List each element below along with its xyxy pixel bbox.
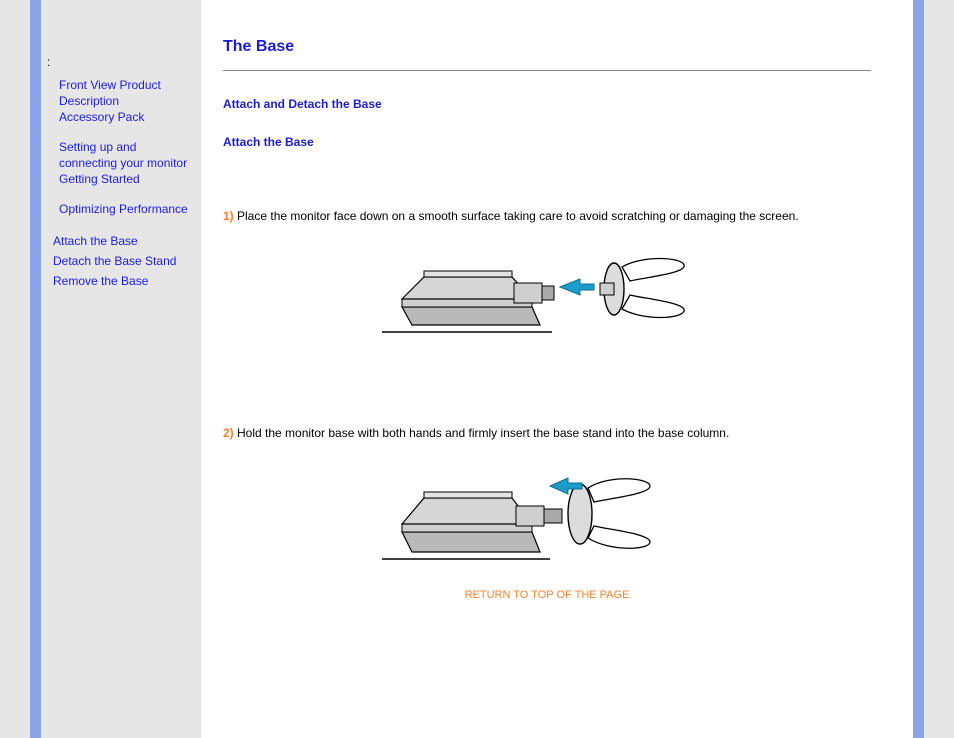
step-2: 2) Hold the monitor base with both hands…: [223, 426, 871, 440]
step-2-text: Hold the monitor base with both hands an…: [234, 426, 730, 440]
illustration-2: [223, 454, 871, 577]
sidebar-link-accessory-pack[interactable]: Accessory Pack: [59, 109, 193, 125]
sidebar-group-2: Setting up and connecting your monitor G…: [53, 139, 193, 187]
sidebar-link-remove-base[interactable]: Remove the Base: [53, 271, 193, 291]
page-title: The Base: [223, 38, 871, 56]
sidebar-group-1: Front View Product Description Accessory…: [53, 77, 193, 125]
step-2-number: 2): [223, 426, 234, 440]
right-margin: [924, 0, 954, 738]
monitor-base-insert-icon: [382, 454, 712, 574]
section-heading-attach: Attach the Base: [223, 135, 871, 149]
illustration-1: [223, 237, 871, 350]
sidebar-link-detach-base-stand[interactable]: Detach the Base Stand: [53, 251, 193, 271]
left-margin: [0, 0, 30, 738]
main-content: The Base Attach and Detach the Base Atta…: [201, 0, 913, 738]
step-1-text: Place the monitor face down on a smooth …: [234, 209, 799, 223]
monitor-base-detached-icon: [382, 237, 712, 347]
sidebar-link-getting-started[interactable]: Getting Started: [59, 171, 193, 187]
section-heading-attach-detach: Attach and Detach the Base: [223, 97, 871, 111]
step-1: 1) Place the monitor face down on a smoo…: [223, 209, 871, 223]
left-accent-stripe: [30, 0, 41, 738]
sidebar-group-3: Optimizing Performance: [53, 201, 193, 217]
page-frame: : Front View Product Description Accesso…: [0, 0, 954, 738]
sidebar-link-front-view[interactable]: Front View Product Description: [59, 77, 193, 109]
step-1-number: 1): [223, 209, 234, 223]
sidebar-colon: :: [47, 55, 193, 69]
divider: [223, 70, 871, 71]
sidebar-link-attach-base[interactable]: Attach the Base: [53, 231, 193, 251]
sidebar-link-setting-up[interactable]: Setting up and connecting your monitor: [59, 139, 193, 171]
return-to-top-link[interactable]: RETURN TO TOP OF THE PAGE: [223, 589, 871, 601]
sidebar-nav: : Front View Product Description Accesso…: [41, 0, 201, 738]
sidebar-link-optimizing[interactable]: Optimizing Performance: [59, 201, 193, 217]
sidebar-group-4: Attach the Base Detach the Base Stand Re…: [53, 231, 193, 291]
right-accent-stripe: [913, 0, 924, 738]
